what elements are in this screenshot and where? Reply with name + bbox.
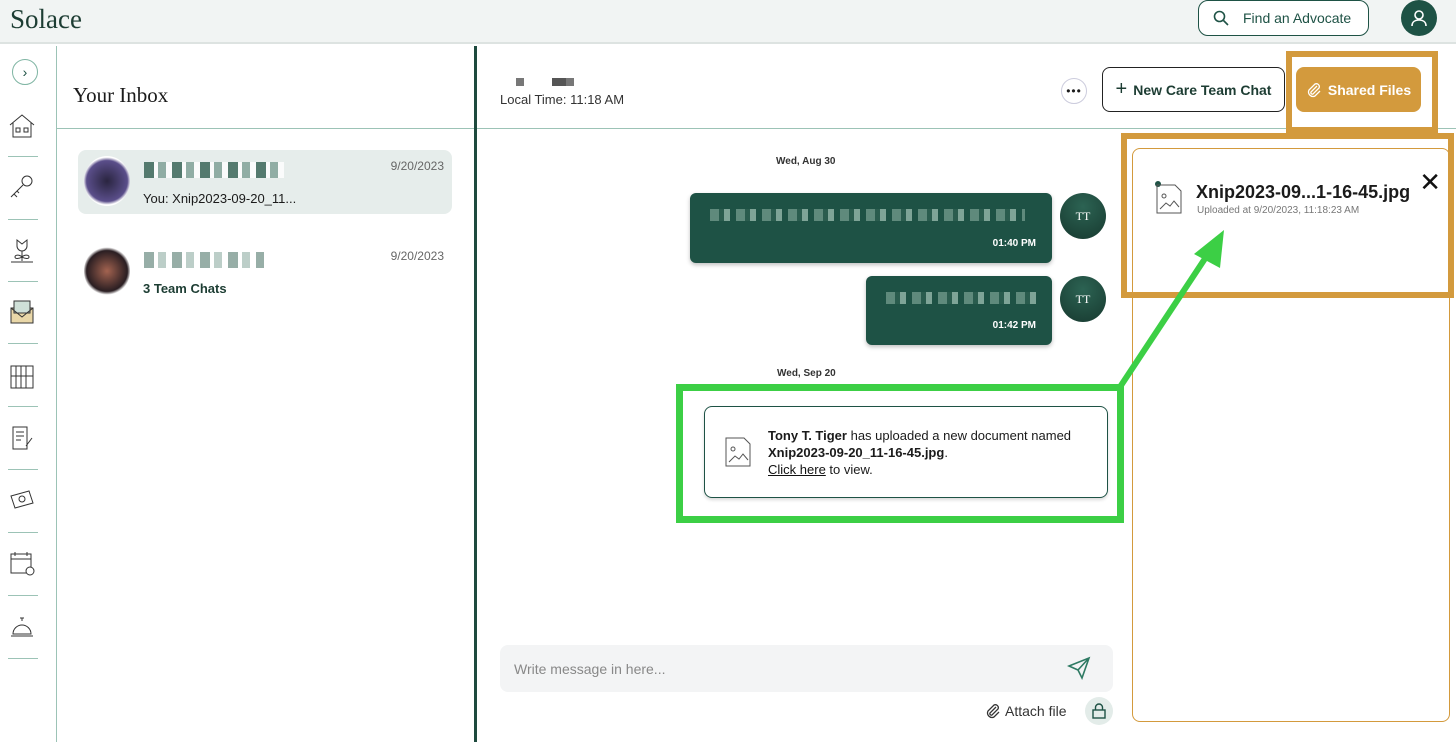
attach-file-label: Attach file: [1005, 703, 1067, 719]
expand-sidebar-button[interactable]: ›: [12, 59, 38, 85]
click-here-link[interactable]: Click here: [768, 462, 826, 477]
day-separator: Wed, Aug 30: [776, 156, 836, 167]
find-advocate-button[interactable]: Find an Advocate: [1198, 0, 1369, 36]
lock-icon: [1092, 703, 1106, 719]
money-icon[interactable]: [8, 486, 36, 514]
message-bubble: 01:40 PM: [690, 193, 1052, 263]
mail-icon[interactable]: [8, 298, 36, 326]
contact-name-redacted: [144, 162, 284, 178]
logo[interactable]: Solace: [10, 4, 82, 35]
close-icon[interactable]: ✕: [1419, 169, 1441, 195]
message-bubble: 01:42 PM: [866, 276, 1052, 345]
shared-file-date: Uploaded at 9/20/2023, 11:18:23 AM: [1197, 205, 1360, 216]
plus-icon: +: [1115, 78, 1128, 100]
flower-icon[interactable]: [8, 236, 36, 264]
calendar-icon[interactable]: [8, 549, 36, 577]
top-bar: Solace Find an Advocate: [0, 0, 1456, 44]
search-icon: [1213, 10, 1229, 26]
contact-name-redacted: [144, 252, 264, 268]
more-options-button[interactable]: •••: [1061, 78, 1087, 104]
find-advocate-label: Find an Advocate: [1243, 10, 1352, 26]
ellipsis-icon: •••: [1066, 84, 1082, 98]
upload-notice-text: Tony T. Tiger has uploaded a new documen…: [768, 427, 1098, 478]
document-icon[interactable]: [8, 424, 36, 452]
uploader-name: Tony T. Tiger: [768, 428, 847, 443]
chevron-right-icon: ›: [22, 64, 28, 80]
message-time: 01:42 PM: [992, 320, 1036, 331]
chat-name-redacted: [516, 78, 580, 86]
avatar: TT: [1060, 276, 1106, 322]
conversation-item[interactable]: 9/20/2023 You: Xnip2023-09-20_11...: [78, 150, 452, 214]
notice-text: has uploaded a new document named: [846, 428, 1072, 443]
conversation-date: 9/20/2023: [390, 249, 444, 263]
avatar: [84, 156, 130, 206]
local-time: Local Time: 11:18 AM: [500, 92, 625, 107]
shared-files-panel: Xnip2023-09...1-16-45.jpg Uploaded at 9/…: [1132, 148, 1450, 722]
avatar: TT: [1060, 193, 1106, 239]
new-care-team-chat-button[interactable]: + New Care Team Chat: [1102, 67, 1285, 112]
conversation-preview: You: Xnip2023-09-20_11...: [143, 191, 297, 206]
image-file-icon: [725, 437, 751, 467]
paperclip-icon: [986, 704, 1000, 719]
conversation-item[interactable]: 9/20/2023 3 Team Chats: [78, 240, 452, 304]
notice-period: .: [944, 445, 948, 460]
message-placeholder: Write message in here...: [514, 661, 666, 677]
inbox-panel: Your Inbox 9/20/2023 You: Xnip2023-09-20…: [57, 46, 475, 742]
send-icon[interactable]: [1067, 656, 1091, 680]
library-icon[interactable]: [8, 362, 36, 390]
conversation-date: 9/20/2023: [390, 159, 444, 173]
file-name: Xnip2023-09-20_11-16-45.jpg: [768, 445, 945, 460]
divider: [477, 128, 1456, 129]
lock-button[interactable]: [1085, 697, 1113, 725]
user-icon: [1411, 10, 1427, 27]
message-time: 01:40 PM: [992, 238, 1036, 249]
attach-file-button[interactable]: Attach file: [985, 703, 1066, 719]
house-icon[interactable]: [8, 112, 36, 140]
new-chat-label: New Care Team Chat: [1133, 81, 1272, 98]
message-text-redacted: [886, 292, 1036, 304]
sidebar-rail: ›: [0, 46, 57, 742]
day-separator: Wed, Sep 20: [777, 368, 836, 379]
divider: [57, 128, 475, 129]
inbox-title: Your Inbox: [73, 83, 169, 107]
avatar: [84, 246, 130, 296]
message-text-redacted: [710, 209, 1025, 221]
shared-files-label: Shared Files: [1327, 81, 1412, 98]
notice-after: to view.: [825, 462, 873, 477]
profile-button[interactable]: [1401, 0, 1437, 36]
shared-files-button[interactable]: Shared Files: [1296, 67, 1421, 112]
message-input[interactable]: Write message in here...: [500, 645, 1113, 692]
paperclip-icon: [1307, 82, 1321, 97]
image-file-icon: [1156, 184, 1182, 214]
upload-notice-card: Tony T. Tiger has uploaded a new documen…: [704, 406, 1108, 498]
conversation-preview: 3 Team Chats: [143, 281, 227, 296]
panel-divider: [474, 46, 477, 742]
bell-icon[interactable]: [8, 612, 36, 640]
key-icon[interactable]: [8, 173, 36, 201]
shared-file-name[interactable]: Xnip2023-09...1-16-45.jpg: [1196, 182, 1410, 203]
